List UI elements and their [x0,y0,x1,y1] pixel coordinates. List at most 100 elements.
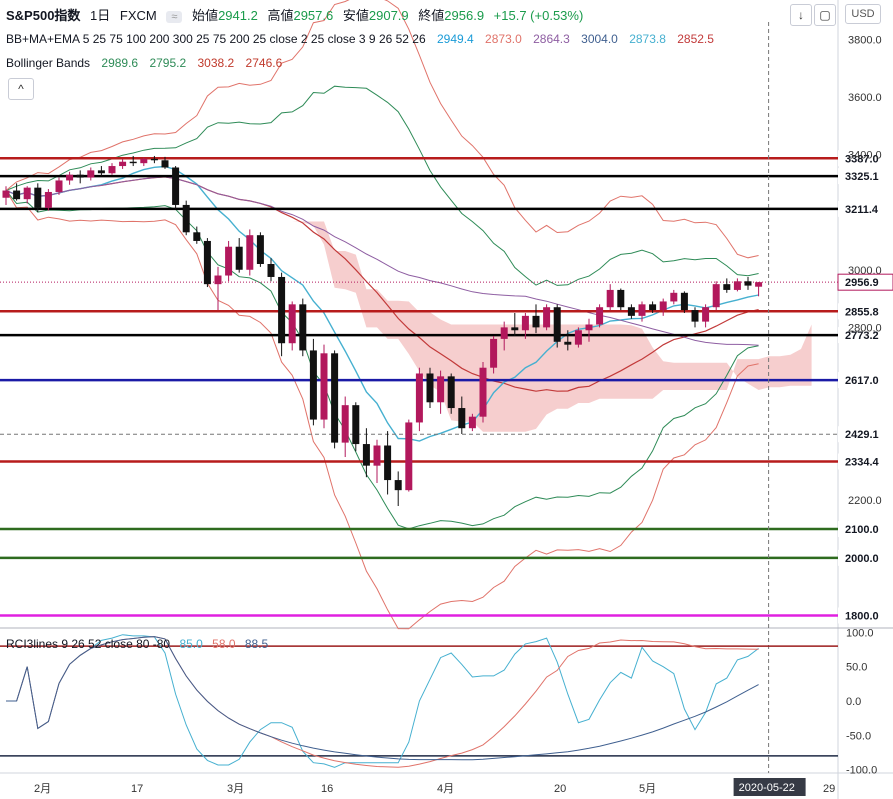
bbma-legend[interactable]: BB+MA+EMA 5 25 75 100 200 300 25 75 200 … [6,32,722,46]
candle-body [405,422,413,491]
candle-body [649,304,657,311]
price-tick-label: 2200.0 [848,495,882,507]
candle-body [691,310,699,322]
rci-tick-label: -100.0 [846,765,877,777]
candle-body [256,235,264,264]
candle-body [617,289,625,308]
candle-body [193,232,201,241]
rci-label: RCI3lines 9 26 52 close 80 -80 [6,637,171,651]
candle-body [415,373,423,423]
bb-lower-3sd [5,190,759,630]
candle-body [680,292,688,311]
collapse-legend-button[interactable]: ^ [8,78,34,100]
candle-body [521,315,529,331]
candle-body [585,324,593,331]
bb-value: 3038.2 [197,56,235,70]
candle-body [320,353,328,420]
time-tick-label: 20 [554,783,566,795]
candle-body [97,170,105,174]
candle-body [44,191,52,208]
ohlc-high: 高値2957.6 [267,8,334,23]
ohlc-change: +15.7 (+0.53%) [493,8,584,23]
candle-body [638,304,646,316]
candle-body [13,190,21,200]
rci-legend[interactable]: RCI3lines 9 26 52 close 80 -80 85.0 58.0… [6,637,274,651]
last-price-label: 2956.9 [845,277,879,289]
symbol-name[interactable]: S&P500指数 [6,8,80,23]
candle-body [384,445,392,481]
candle-body [161,160,169,168]
level-label: 1800.0 [845,610,879,622]
interval-label[interactable]: 1日 [90,8,110,23]
bb-value: 2989.6 [101,56,139,70]
rci-long-line [6,636,759,761]
candle-body [341,405,349,443]
bbma-label: BB+MA+EMA 5 25 75 100 200 300 25 75 200 … [6,32,426,46]
candle-body [659,301,667,311]
bbma-value: 3004.0 [581,32,618,46]
candle-body [670,292,678,302]
candle-body [606,289,614,308]
candle-body [564,341,572,345]
bb-legend[interactable]: Bollinger Bands 2989.6 2795.2 3038.2 274… [6,56,290,70]
candle-body [394,480,402,491]
candle-body [309,350,317,420]
candle-body [352,405,360,445]
ichimoku-cloud [59,183,812,432]
candle-body [76,174,84,178]
candle-body [225,246,233,276]
bbma-value: 2873.0 [485,32,522,46]
cursor-price-label: 2429.1 [845,429,879,441]
level-label: 2617.0 [845,375,879,387]
candle-body [87,170,95,178]
candle-body [755,282,763,287]
candle-body [543,307,551,328]
candle-body [627,307,635,316]
candle-body [723,284,731,290]
candle-body [140,158,148,164]
bb-label: Bollinger Bands [6,56,91,70]
candle-body [23,187,31,200]
candle-body [331,353,339,443]
bbma-value: 2852.5 [677,32,714,46]
time-tick-label: 4月 [437,783,454,795]
download-icon[interactable]: ↓ [790,4,812,26]
level-label: 2334.4 [845,457,880,469]
level-label: 2000.0 [845,553,879,565]
candle-body [447,376,455,409]
candle-body [2,190,10,198]
rci-value: 88.5 [244,637,269,651]
ohlc-low: 安値2907.9 [342,8,409,23]
cursor-date-label: 2020-05-22 [739,782,795,794]
rci-tick-label: 0.0 [846,696,861,708]
bbma-value: 2864.3 [533,32,570,46]
candle-body [511,327,519,331]
currency-button[interactable]: USD [845,4,881,24]
ohlc-close: 終値2956.9 [418,8,485,23]
time-tick-label: 3月 [227,783,244,795]
bbma-value: 2873.8 [629,32,666,46]
candle-body [532,315,540,328]
time-tick-label: 2月 [34,783,51,795]
time-tick-label: 16 [321,783,333,795]
time-tick-label: 17 [131,783,143,795]
candle-body [172,167,180,205]
candle-body [150,158,158,161]
symbol-legend: S&P500指数 1日 FXCM ≈ 始値2941.2 高値2957.6 安値2… [6,5,589,24]
candle-body [214,275,222,285]
rci-value: 58.0 [212,637,236,651]
candle-body [468,416,476,429]
candle-body [596,307,604,325]
candle-body [278,276,286,344]
price-tick-label: 3600.0 [848,92,882,104]
trading-chart[interactable]: 3387.03325.13211.42855.82773.22617.02334… [0,0,893,799]
candle-body [108,166,116,174]
price-tick-label: 3400.0 [848,150,882,162]
rci-value: 85.0 [179,637,203,651]
fullscreen-icon[interactable]: ▢ [814,4,836,26]
candle-body [55,180,63,192]
candle-body [458,408,466,429]
price-tick-label: 3800.0 [848,34,882,46]
candle-body [362,444,370,466]
compare-chip[interactable]: ≈ [166,11,183,23]
